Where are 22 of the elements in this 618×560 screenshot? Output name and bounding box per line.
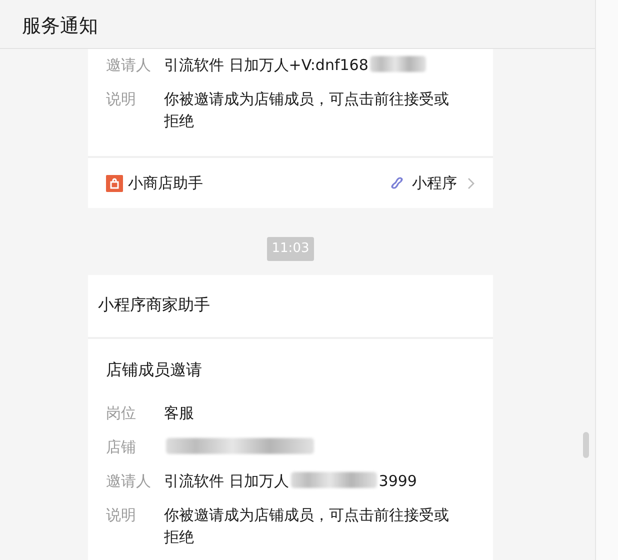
field-label: 邀请人	[106, 470, 152, 492]
field-label: 岗位	[106, 402, 137, 424]
link-icon	[390, 176, 404, 190]
field-value: 你被邀请成为店铺成员，可点击前往接受或拒绝	[164, 506, 449, 546]
field-label: 说明	[106, 504, 137, 526]
app-name: 小商店助手	[128, 172, 203, 194]
field-label: 说明	[106, 89, 137, 110]
redacted-text	[370, 56, 426, 72]
window-title: 服务通知	[22, 14, 98, 39]
field-label: 邀请人	[106, 55, 152, 76]
field-value: 客服	[164, 404, 194, 422]
shop-icon	[106, 174, 123, 192]
field-label: 店铺	[106, 436, 137, 458]
field-value: 3999	[378, 472, 417, 490]
field-value: 引流软件 日加万人+V:dnf168	[164, 56, 368, 74]
field-value: 引流软件 日加万人	[164, 472, 289, 490]
field-value: 你被邀请成为店铺成员，可点击前往接受或拒绝	[164, 90, 449, 130]
chevron-icon	[467, 176, 475, 190]
message-heading: 店铺成员邀请	[106, 358, 203, 380]
sender-name: 小程序商家助手	[88, 274, 493, 338]
mini-program-link[interactable]: 小程序	[390, 172, 475, 194]
scrollbar-thumb[interactable]	[583, 432, 589, 458]
